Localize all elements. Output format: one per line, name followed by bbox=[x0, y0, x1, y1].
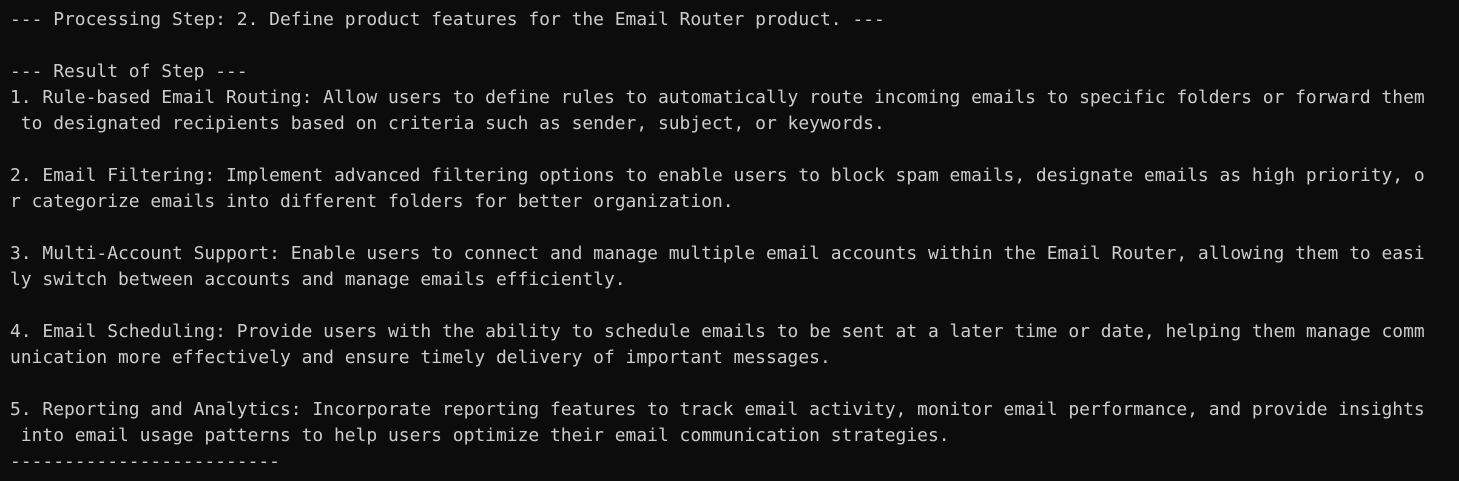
result-header-line: --- Result of Step --- bbox=[10, 61, 248, 82]
output-line: unication more effectively and ensure ti… bbox=[10, 347, 831, 368]
output-line: 2. Email Filtering: Implement advanced f… bbox=[10, 165, 1425, 186]
terminal-output: --- Processing Step: 2. Define product f… bbox=[0, 0, 1459, 481]
output-line: 5. Reporting and Analytics: Incorporate … bbox=[10, 399, 1425, 420]
separator-line: ------------------------- bbox=[10, 451, 280, 472]
output-line: into email usage patterns to help users … bbox=[10, 425, 950, 446]
output-line: to designated recipients based on criter… bbox=[10, 113, 885, 134]
output-line: r categorize emails into different folde… bbox=[10, 191, 734, 212]
output-line: 1. Rule-based Email Routing: Allow users… bbox=[10, 87, 1425, 108]
output-line: 3. Multi-Account Support: Enable users t… bbox=[10, 243, 1425, 264]
output-line: ly switch between accounts and manage em… bbox=[10, 269, 626, 290]
output-line: 4. Email Scheduling: Provide users with … bbox=[10, 321, 1425, 342]
step-header-line: --- Processing Step: 2. Define product f… bbox=[10, 9, 885, 30]
